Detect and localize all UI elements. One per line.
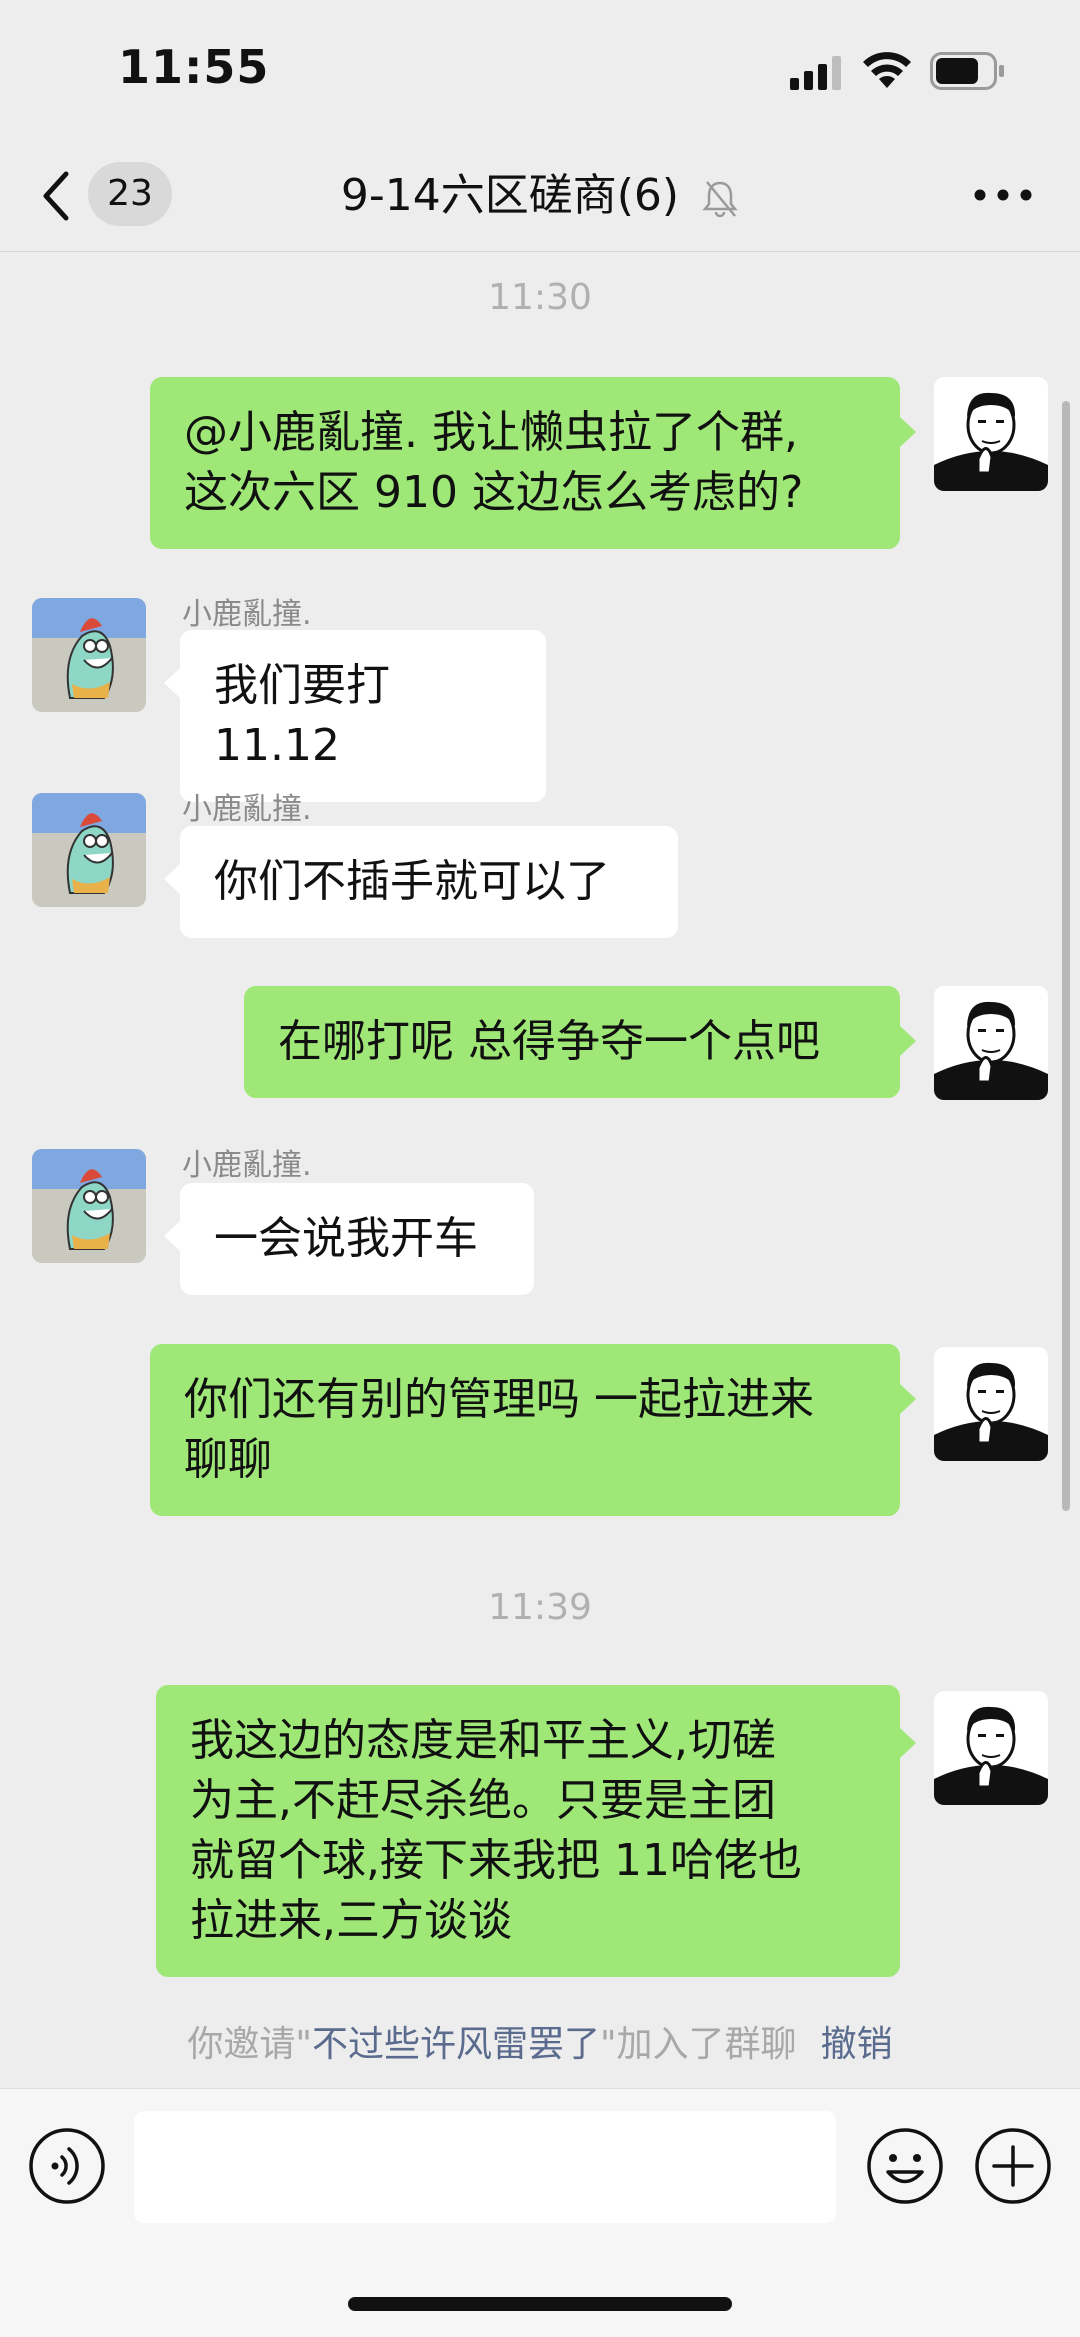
signal-icon: [790, 56, 841, 90]
message-bubble-other[interactable]: 一会说我开车: [180, 1183, 534, 1295]
message-bubble-other[interactable]: 你们不插手就可以了: [180, 826, 678, 938]
avatar-other[interactable]: [32, 598, 146, 712]
man-avatar-icon: [934, 1691, 1048, 1805]
message-bubble-self[interactable]: 在哪打呢 总得争夺一个点吧: [244, 986, 900, 1098]
invitee-link[interactable]: 不过些许风雷罢了: [312, 2024, 600, 2065]
battery-icon: [930, 52, 1004, 90]
bubble-tail: [900, 417, 916, 447]
message-bubble-self[interactable]: @小鹿亂撞. 我让懒虫拉了个群, 这次六区 910 这边怎么考虑的?: [150, 377, 900, 549]
avatar-self[interactable]: [934, 986, 1048, 1100]
avatar-self[interactable]: [934, 377, 1048, 491]
man-avatar-icon: [934, 377, 1048, 491]
avatar-other[interactable]: [32, 793, 146, 907]
avatar-other[interactable]: [32, 1149, 146, 1263]
bubble-tail: [900, 1384, 916, 1414]
plus-icon[interactable]: [974, 2127, 1052, 2205]
cartoon-bird-avatar-icon: [32, 793, 146, 907]
system-message: 你邀请"不过些许风雷罢了"加入了群聊 撤销: [0, 2015, 1080, 2067]
bubble-tail: [900, 1728, 916, 1758]
input-bar: [0, 2088, 1080, 2337]
bubble-tail: [164, 1221, 180, 1251]
status-time: 11:55: [118, 40, 270, 94]
timestamp: 11:30: [488, 277, 592, 318]
cartoon-bird-avatar-icon: [32, 598, 146, 712]
scrollbar[interactable]: [1062, 401, 1070, 1511]
message-input[interactable]: [134, 2111, 836, 2223]
man-avatar-icon: [934, 986, 1048, 1100]
sender-name: 小鹿亂撞.: [182, 792, 312, 827]
system-message-suffix: "加入了群聊: [600, 2024, 797, 2065]
timestamp: 11:39: [488, 1587, 592, 1628]
bubble-tail: [164, 864, 180, 894]
wifi-icon: [863, 52, 911, 88]
emoji-icon[interactable]: [866, 2127, 944, 2205]
message-bubble-other[interactable]: 我们要打 11.12: [180, 630, 546, 802]
nav-bar: 23 9-14六区磋商(6): [0, 140, 1080, 252]
revoke-link[interactable]: 撤销: [821, 2024, 893, 2065]
home-indicator[interactable]: [348, 2297, 732, 2311]
status-bar: 11:55: [0, 0, 1080, 140]
system-message-prefix: 你邀请": [187, 2024, 312, 2065]
sender-name: 小鹿亂撞.: [182, 597, 312, 632]
bubble-tail: [164, 668, 180, 698]
voice-icon[interactable]: [28, 2127, 106, 2205]
bubble-tail: [900, 1026, 916, 1056]
cartoon-bird-avatar-icon: [32, 1149, 146, 1263]
sender-name: 小鹿亂撞.: [182, 1148, 312, 1183]
avatar-self[interactable]: [934, 1691, 1048, 1805]
message-bubble-self[interactable]: 你们还有别的管理吗 一起拉进来 聊聊: [150, 1344, 900, 1516]
chat-title: 9-14六区磋商(6): [0, 164, 1080, 228]
avatar-self[interactable]: [934, 1347, 1048, 1461]
message-bubble-self[interactable]: 我这边的态度是和平主义,切磋 为主,不赶尽杀绝。只要是主团 就留个球,接下来我把…: [156, 1685, 900, 1977]
man-avatar-icon: [934, 1347, 1048, 1461]
more-dots-icon[interactable]: [970, 170, 1036, 220]
mute-bell-icon: [702, 181, 738, 218]
chat-title-text: 9-14六区磋商(6): [340, 170, 680, 221]
chat-message-list[interactable]: 11:30 @小鹿亂撞. 我让懒虫拉了个群, 这次六区 910 这边怎么考虑的?: [0, 253, 1080, 2088]
